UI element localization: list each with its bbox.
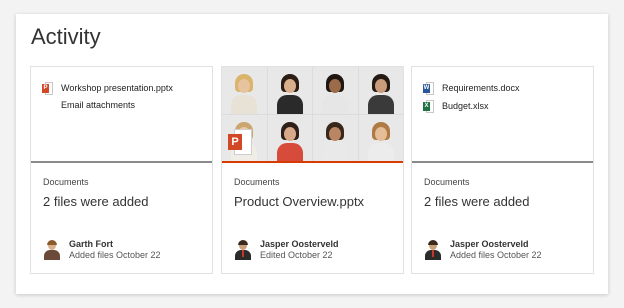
file-name[interactable]: Requirements.docx: [442, 83, 520, 93]
file-row[interactable]: X Budget.xlsx: [423, 98, 489, 114]
file-row[interactable]: P Workshop presentation.pptx: [42, 80, 173, 96]
thumbnail-photo: [358, 114, 403, 161]
activity-meta: Added files October 22: [69, 250, 161, 260]
xlsx-file-icon: X: [423, 99, 434, 113]
docx-file-icon: W: [423, 81, 434, 95]
thumbnail-photo: [267, 114, 312, 161]
pptx-file-icon: P: [42, 81, 53, 95]
thumbnail-photo: [267, 67, 312, 114]
card-headline[interactable]: 2 files were added: [43, 194, 149, 209]
activity-panel: Activity P Workshop presentation.pptx Em…: [16, 14, 608, 294]
file-name[interactable]: Workshop presentation.pptx: [61, 83, 173, 93]
activity-person: Jasper Oosterveld Edited October 22: [234, 237, 339, 263]
avatar[interactable]: [424, 240, 442, 260]
avatar[interactable]: [43, 240, 61, 260]
card-preview: P Workshop presentation.pptx Email attac…: [31, 67, 212, 163]
page-title: Activity: [31, 24, 101, 49]
file-name[interactable]: Budget.xlsx: [442, 101, 489, 111]
thumbnail-photo: [313, 114, 358, 161]
activity-meta: Added files October 22: [450, 250, 542, 260]
activity-person: Garth Fort Added files October 22: [43, 237, 161, 263]
person-name[interactable]: Jasper Oosterveld: [450, 239, 542, 250]
thumbnail-photo: [313, 67, 358, 114]
person-name[interactable]: Garth Fort: [69, 239, 161, 250]
card-headline[interactable]: 2 files were added: [424, 194, 530, 209]
person-name[interactable]: Jasper Oosterveld: [260, 239, 339, 250]
card-preview: P: [222, 67, 403, 163]
attachment-source: Email attachments: [61, 100, 136, 110]
activity-person: Jasper Oosterveld Added files October 22: [424, 237, 542, 263]
pptx-file-icon: P: [228, 129, 252, 155]
activity-card-requirements[interactable]: W Requirements.docx X Budget.xlsx Docume…: [411, 66, 594, 274]
card-headline[interactable]: Product Overview.pptx: [234, 194, 364, 209]
thumbnail-photo: [222, 67, 267, 114]
card-preview: W Requirements.docx X Budget.xlsx: [412, 67, 593, 163]
thumbnail-photo: [358, 67, 403, 114]
card-category: Documents: [43, 177, 89, 187]
activity-meta: Edited October 22: [260, 250, 333, 260]
activity-card-workshop[interactable]: P Workshop presentation.pptx Email attac…: [30, 66, 213, 274]
card-category: Documents: [234, 177, 280, 187]
avatar[interactable]: [234, 240, 252, 260]
activity-card-product-overview[interactable]: P Documents Product Overview.pptx Jasper…: [221, 66, 404, 274]
file-row[interactable]: W Requirements.docx: [423, 80, 520, 96]
card-category: Documents: [424, 177, 470, 187]
